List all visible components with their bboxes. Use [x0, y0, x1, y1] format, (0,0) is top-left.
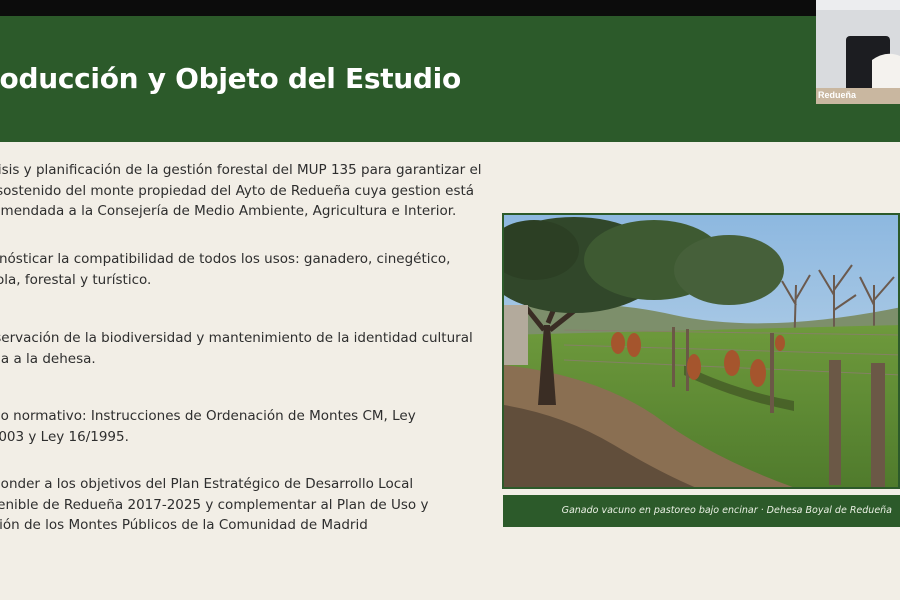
bullet-line: Diagnósticar la compatibilidad de todos … — [0, 251, 451, 267]
bullet-line: 43/2003 y Ley 16/1995. — [0, 428, 129, 445]
bullet-item: Análisis y planificación de la gestión f… — [0, 160, 482, 222]
bullet-item: Marco normativo: Instrucciones de Ordena… — [0, 406, 478, 447]
bullet-line: Conservación de la biodiversidad y mante… — [0, 330, 473, 346]
dehesa-cattle-photo — [502, 213, 900, 489]
bullet-line: Responder a los objetivos del Plan Estra… — [0, 476, 414, 492]
bullet-line: Análisis y planificación de la gestión f… — [0, 162, 482, 178]
bullet-line: uso sostenido del monte propiedad del Ay… — [0, 182, 475, 199]
bullet-item: Conservación de la biodiversidad y mante… — [0, 328, 478, 369]
bullet-item: Diagnósticar la compatibilidad de todos … — [0, 249, 478, 290]
bullet-line: Marco normativo: Instrucciones de Ordena… — [0, 408, 416, 424]
slide-title: roducción y Objeto del Estudio — [0, 62, 461, 95]
participant-video-feed — [816, 0, 900, 104]
bullet-line: Sostenible de Redueña 2017-2025 y comple… — [0, 496, 429, 513]
bullet-line: encomendada a la Consejería de Medio Amb… — [0, 203, 457, 219]
participant-name: Redueña — [818, 90, 857, 100]
participant-video-tile[interactable]: Redueña — [816, 0, 900, 104]
bullet-line: Gestión de los Montes Públicos de la Com… — [0, 517, 368, 533]
bullet-item: Responder a los objetivos del Plan Estra… — [0, 474, 478, 536]
photo-caption: Ganado vacuno en pastoreo bajo encinar ·… — [503, 495, 900, 527]
slide-header: roducción y Objeto del Estudio — [0, 16, 900, 142]
bullet-line: ligada a la dehesa. — [0, 350, 96, 367]
bullet-line: apícola, forestal y turístico. — [0, 271, 152, 288]
photo-illustration — [504, 215, 898, 487]
meeting-top-bar — [0, 0, 900, 16]
